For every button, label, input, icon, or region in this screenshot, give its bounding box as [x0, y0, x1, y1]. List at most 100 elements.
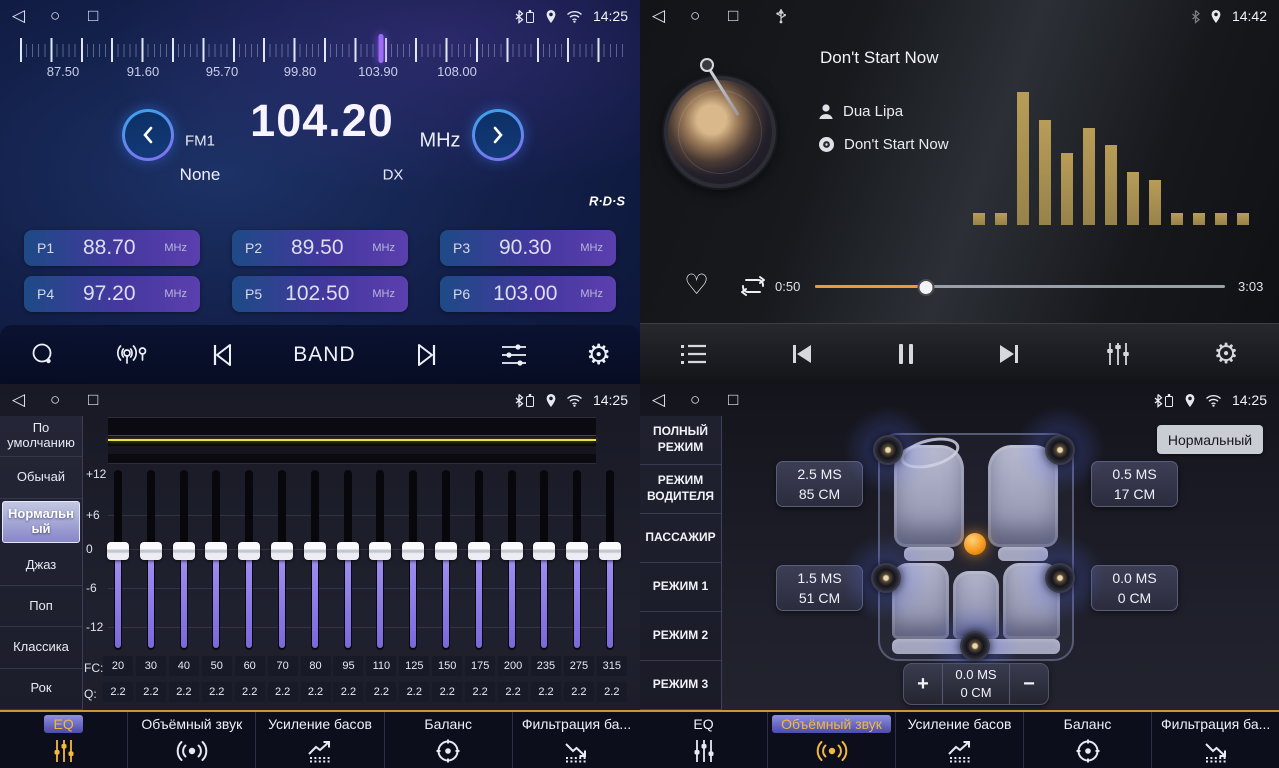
back-icon[interactable]: ◁: [12, 390, 50, 410]
band-button[interactable]: BAND: [293, 343, 355, 367]
progress-bar[interactable]: [815, 285, 1225, 288]
preset-button-p6[interactable]: P6103.00MHz: [440, 276, 616, 312]
slider-handle[interactable]: [468, 542, 490, 560]
mode-driver[interactable]: РЕЖИМ ВОДИТЕЛЯ: [640, 465, 721, 514]
mode-passenger[interactable]: ПАССАЖИР: [640, 514, 721, 563]
home-icon[interactable]: ○: [50, 6, 88, 26]
fc-value[interactable]: 80: [301, 656, 331, 676]
eq-preset-normal-selected[interactable]: Нормальный: [2, 501, 80, 543]
back-icon[interactable]: ◁: [12, 6, 50, 26]
tuner-scale[interactable]: [20, 38, 628, 62]
scan-icon[interactable]: [29, 341, 57, 369]
seek-up-button[interactable]: [472, 109, 524, 161]
mode-3[interactable]: РЕЖИМ 3: [640, 661, 721, 710]
eq-band-slider[interactable]: [599, 470, 621, 650]
tab-surround[interactable]: Объёмный звук: [768, 712, 896, 768]
broadcast-icon[interactable]: [114, 341, 150, 369]
fc-value[interactable]: 235: [531, 656, 561, 676]
next-icon[interactable]: [413, 342, 441, 368]
q-value[interactable]: 2.2: [202, 682, 232, 702]
slider-handle[interactable]: [501, 542, 523, 560]
home-icon[interactable]: ○: [50, 390, 88, 410]
previous-icon[interactable]: [789, 342, 815, 366]
tab-balance[interactable]: Баланс: [385, 712, 513, 768]
eq-band-slider[interactable]: [107, 470, 129, 650]
preset-button-p4[interactable]: P497.20MHz: [24, 276, 200, 312]
settings-icon[interactable]: ⚙: [1214, 340, 1239, 368]
pause-icon[interactable]: [896, 342, 916, 366]
recents-icon[interactable]: □: [88, 6, 126, 26]
slider-handle[interactable]: [337, 542, 359, 560]
slider-handle[interactable]: [107, 542, 129, 560]
speaker-front-right[interactable]: [1045, 435, 1075, 465]
eq-band-slider[interactable]: [566, 470, 588, 650]
q-value[interactable]: 2.2: [399, 682, 429, 702]
slider-handle[interactable]: [533, 542, 555, 560]
q-value[interactable]: 2.2: [268, 682, 298, 702]
fc-value[interactable]: 150: [432, 656, 462, 676]
preset-button-p1[interactable]: P188.70MHz: [24, 230, 200, 266]
eq-band-slider[interactable]: [501, 470, 523, 650]
fc-value[interactable]: 125: [399, 656, 429, 676]
tab-filter[interactable]: Фильтрация ба...: [1152, 712, 1279, 768]
increase-button[interactable]: +: [904, 673, 942, 696]
q-value[interactable]: 2.2: [366, 682, 396, 702]
slider-handle[interactable]: [238, 542, 260, 560]
fc-value[interactable]: 315: [597, 656, 627, 676]
tab-surround[interactable]: Объёмный звук: [128, 712, 256, 768]
eq-band-slider[interactable]: [337, 470, 359, 650]
q-value[interactable]: 2.2: [465, 682, 495, 702]
tab-filter[interactable]: Фильтрация ба...: [513, 712, 640, 768]
q-value[interactable]: 2.2: [333, 682, 363, 702]
eq-band-slider[interactable]: [402, 470, 424, 650]
fc-value[interactable]: 20: [103, 656, 133, 676]
slider-handle[interactable]: [566, 542, 588, 560]
recents-icon[interactable]: □: [88, 390, 126, 410]
slider-handle[interactable]: [140, 542, 162, 560]
tab-bass-boost[interactable]: Усиление басов: [256, 712, 384, 768]
preset-button-p3[interactable]: P390.30MHz: [440, 230, 616, 266]
q-value[interactable]: 2.2: [531, 682, 561, 702]
decrease-button[interactable]: −: [1010, 673, 1048, 696]
fc-value[interactable]: 30: [136, 656, 166, 676]
eq-preset-rock[interactable]: Рок: [0, 669, 82, 710]
playlist-icon[interactable]: [680, 342, 708, 366]
delay-front-right[interactable]: 0.5 MS 17 CM: [1091, 461, 1178, 507]
home-icon[interactable]: ○: [690, 6, 728, 26]
delay-rear-right[interactable]: 0.0 MS 0 CM: [1091, 565, 1178, 611]
eq-preset-pop[interactable]: Поп: [0, 586, 82, 627]
eq-band-slider[interactable]: [140, 470, 162, 650]
eq-preset-jazz[interactable]: Джаз: [0, 545, 82, 586]
fc-value[interactable]: 40: [169, 656, 199, 676]
delay-rear-left[interactable]: 1.5 MS 51 CM: [776, 565, 863, 611]
eq-band-slider[interactable]: [369, 470, 391, 650]
slider-handle[interactable]: [369, 542, 391, 560]
tuner-indicator[interactable]: [378, 34, 383, 63]
album-art[interactable]: [664, 76, 776, 188]
fc-value[interactable]: 175: [465, 656, 495, 676]
seek-down-button[interactable]: [122, 109, 174, 161]
subwoofer[interactable]: [960, 631, 990, 661]
preset-button-p5[interactable]: P5102.50MHz: [232, 276, 408, 312]
eq-band-slider[interactable]: [238, 470, 260, 650]
q-value[interactable]: 2.2: [301, 682, 331, 702]
q-value[interactable]: 2.2: [235, 682, 265, 702]
q-value[interactable]: 2.2: [136, 682, 166, 702]
mode-2[interactable]: РЕЖИМ 2: [640, 612, 721, 661]
q-value[interactable]: 2.2: [498, 682, 528, 702]
delay-front-left[interactable]: 2.5 MS 85 CM: [776, 461, 863, 507]
eq-band-slider[interactable]: [468, 470, 490, 650]
tuner-sliders-icon[interactable]: [499, 341, 529, 369]
eq-band-slider[interactable]: [533, 470, 555, 650]
eq-band-slider[interactable]: [173, 470, 195, 650]
fc-value[interactable]: 200: [498, 656, 528, 676]
equalizer-icon[interactable]: [1103, 340, 1133, 368]
q-value[interactable]: 2.2: [564, 682, 594, 702]
favorite-icon[interactable]: ♡: [684, 268, 709, 301]
fc-value[interactable]: 95: [333, 656, 363, 676]
next-icon[interactable]: [996, 342, 1022, 366]
slider-handle[interactable]: [402, 542, 424, 560]
home-icon[interactable]: ○: [690, 390, 728, 410]
eq-preset-classic[interactable]: Классика: [0, 627, 82, 668]
slider-handle[interactable]: [173, 542, 195, 560]
